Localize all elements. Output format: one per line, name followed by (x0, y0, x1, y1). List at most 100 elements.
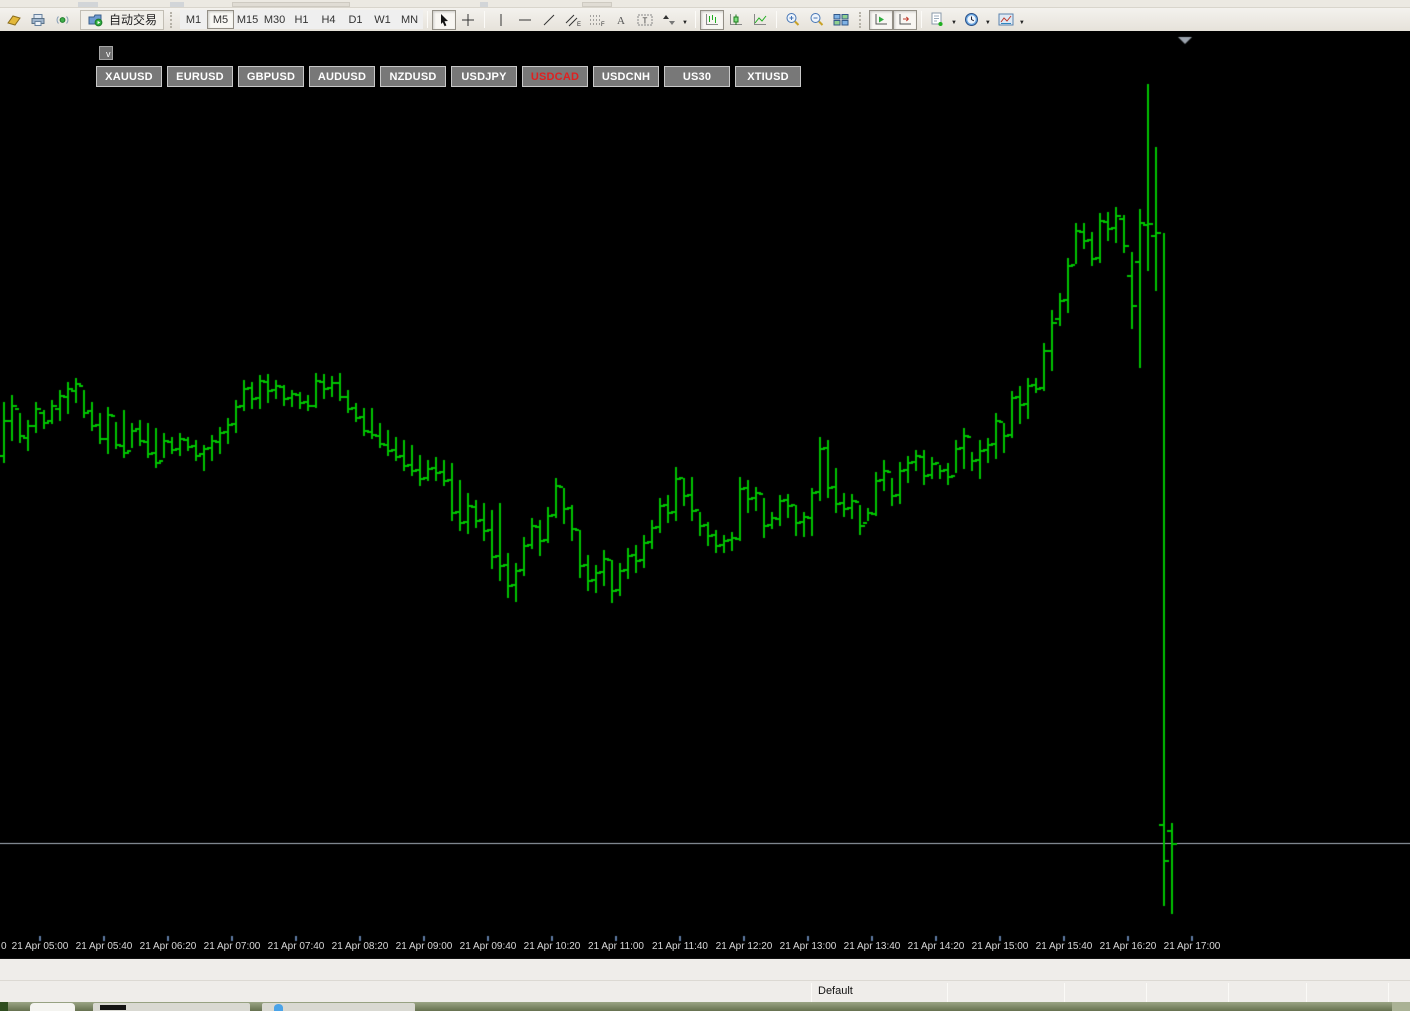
time-axis-label: 21 Apr 09:00 (395, 941, 453, 952)
toolbar-fragment (170, 2, 184, 7)
timeframe-button-d1[interactable]: D1 (342, 10, 370, 29)
status-section-divider (1388, 983, 1389, 1002)
auto-scroll-icon[interactable] (868, 9, 893, 30)
svg-text:E: E (577, 22, 581, 27)
autotrading-button[interactable]: 自动交易 (80, 9, 165, 30)
time-axis-label: 21 Apr 13:40 (843, 941, 901, 952)
text-label-icon[interactable]: T (633, 10, 657, 30)
periods-icon[interactable] (960, 10, 984, 30)
symbol-button-usdjpy[interactable]: USDJPY (451, 66, 517, 87)
zoom-out-icon[interactable] (805, 10, 829, 30)
time-axis-label-partial: 0 (1, 941, 7, 952)
candlestick-chart-icon[interactable] (724, 10, 748, 30)
toolbar-separator (484, 11, 486, 28)
price-chart-canvas[interactable] (0, 31, 1410, 958)
equidistant-channel-icon[interactable]: E (561, 10, 585, 30)
timeframe-button-mn[interactable]: MN (396, 10, 424, 29)
crosshair-icon[interactable] (456, 10, 480, 30)
timeframe-button-m15[interactable]: M15 (234, 10, 262, 29)
line-chart-icon[interactable] (748, 10, 772, 30)
time-axis-label: 21 Apr 07:40 (267, 941, 325, 952)
symbol-button-usdcad[interactable]: USDCAD (522, 66, 588, 87)
time-axis-label: 21 Apr 15:40 (1035, 941, 1093, 952)
timeframe-button-m5[interactable]: M5 (207, 10, 235, 29)
time-axis-label: 21 Apr 10:20 (523, 941, 581, 952)
taskbar-item[interactable] (262, 1003, 415, 1011)
upper-toolbar-partial (0, 0, 1410, 8)
status-section-divider (811, 983, 812, 1002)
time-axis-label: 21 Apr 13:00 (779, 941, 837, 952)
zoom-in-icon[interactable] (781, 10, 805, 30)
time-axis-label: 21 Apr 06:20 (139, 941, 197, 952)
timeframe-button-h1[interactable]: H1 (288, 10, 316, 29)
symbol-button-eurusd[interactable]: EURUSD (167, 66, 233, 87)
windows-taskbar (0, 1002, 1410, 1011)
arrow-shapes-icon[interactable] (657, 10, 681, 30)
print-icon[interactable] (26, 10, 50, 30)
symbol-button-nzdusd[interactable]: NZDUSD (380, 66, 446, 87)
svg-text:F: F (601, 22, 605, 27)
toolbar-grip[interactable] (858, 11, 865, 28)
tile-windows-icon[interactable] (829, 10, 853, 30)
horizontal-line-icon[interactable] (513, 10, 537, 30)
svg-text:A: A (617, 15, 625, 27)
symbol-panel-collapse-button[interactable]: v (99, 46, 113, 60)
toolbar-separator (775, 11, 777, 28)
text-icon[interactable]: A (609, 10, 633, 30)
new-chart-icon[interactable] (2, 10, 26, 30)
time-axis-label: 21 Apr 11:40 (652, 941, 708, 952)
indicators-icon[interactable] (926, 10, 950, 30)
symbol-button-xauusd[interactable]: XAUUSD (96, 66, 162, 87)
toolbar-fragment (582, 2, 612, 7)
main-toolbar: 自动交易 M1M5M15M30H1H4D1W1MN E F A (0, 8, 1410, 31)
toolbar-separator (694, 11, 696, 28)
status-section-divider (1146, 983, 1147, 1002)
taskbar-item-icon (274, 1004, 283, 1011)
symbol-button-bar: XAUUSD EURUSD GBPUSD AUDUSD NZDUSD USDJPY USDC… (96, 66, 801, 87)
time-axis-label: 21 Apr 17:00 (1163, 941, 1221, 952)
symbol-button-xtiusd[interactable]: XTIUSD (735, 66, 801, 87)
time-axis-label: 21 Apr 09:40 (459, 941, 517, 952)
timeframe-toolbar: M1 M5 M15 M30 H1 H4 D1 W1 MN (180, 10, 424, 29)
time-axis-label: 21 Apr 11:00 (588, 941, 644, 952)
symbol-button-us30[interactable]: US30 (664, 66, 730, 87)
status-section-divider (1228, 983, 1229, 1002)
autotrading-label: 自动交易 (109, 13, 158, 27)
taskbar-right-segment (1392, 1002, 1410, 1011)
profile-name-label: Default (818, 985, 853, 997)
symbol-button-gbpusd[interactable]: GBPUSD (238, 66, 304, 87)
taskbar-item-icon (100, 1005, 126, 1010)
timeframe-button-m1[interactable]: M1 (180, 10, 208, 29)
bar-chart-icon[interactable] (699, 9, 724, 30)
indicators-dropdown-caret[interactable]: ▼ (951, 20, 957, 26)
toolbar-fragment (78, 2, 98, 7)
time-axis-label: 21 Apr 08:20 (331, 941, 389, 952)
fibonacci-icon[interactable]: F (585, 10, 609, 30)
periods-dropdown-caret[interactable]: ▼ (985, 20, 991, 26)
signal-icon[interactable] (50, 10, 74, 30)
symbol-button-audusd[interactable]: AUDUSD (309, 66, 375, 87)
time-axis-label: 21 Apr 15:00 (971, 941, 1029, 952)
timeframe-button-m30[interactable]: M30 (261, 10, 289, 29)
templates-dropdown-caret[interactable]: ▼ (1019, 20, 1025, 26)
vertical-line-icon[interactable] (489, 10, 513, 30)
mt4-window: 自动交易 M1M5M15M30H1H4D1W1MN E F A (0, 0, 1410, 1011)
templates-icon[interactable] (994, 10, 1018, 30)
cursor-icon[interactable] (432, 9, 457, 30)
taskbar-item[interactable] (93, 1003, 250, 1011)
trendline-icon[interactable] (537, 10, 561, 30)
taskbar-icon-blob[interactable] (30, 1003, 75, 1011)
status-section-divider (1064, 983, 1065, 1002)
arrow-shapes-dropdown-caret[interactable]: ▼ (682, 20, 688, 26)
time-axis-label: 21 Apr 14:20 (907, 941, 965, 952)
symbol-button-usdcnh[interactable]: USDCNH (593, 66, 659, 87)
toolbar-grip[interactable] (170, 11, 176, 28)
svg-text:T: T (642, 16, 647, 25)
status-section-divider (947, 983, 948, 1002)
start-button-edge[interactable] (0, 1002, 8, 1011)
timeframe-button-w1[interactable]: W1 (369, 10, 397, 29)
chart-shift-icon[interactable] (892, 9, 917, 30)
time-axis-label: 21 Apr 07:00 (203, 941, 261, 952)
time-axis[interactable]: 0 21 Apr 05:00 21 Apr 05:40 21 Apr 06:20 21 … (0, 941, 1410, 958)
timeframe-button-h4[interactable]: H4 (315, 10, 343, 29)
